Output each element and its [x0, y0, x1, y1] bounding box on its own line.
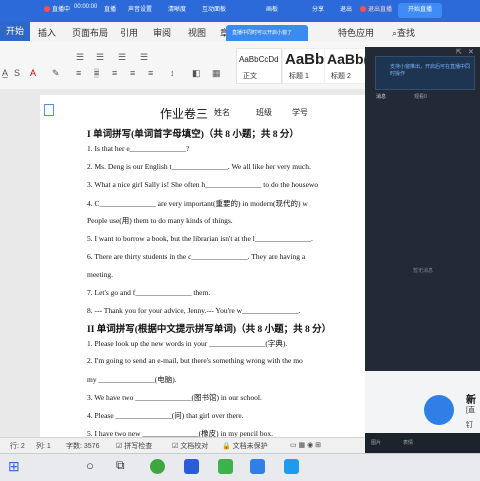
student-id-label: 学号 [292, 108, 308, 117]
tab-viewers[interactable]: 观看0 [414, 93, 427, 100]
small-window-tip[interactable]: 支持小窗推出，开启后可在直播中同时操作 [375, 56, 475, 90]
end-live-button[interactable]: 退出直播 [368, 7, 392, 13]
document-title: 作业卷三 [160, 107, 209, 121]
align-right-icon[interactable]: ≡ [112, 68, 117, 78]
doc-line: 3. What a nice girl Sally is! She often … [87, 180, 319, 189]
font-color-icon[interactable]: A [30, 68, 36, 78]
notification-title: 新 [466, 395, 476, 406]
tab-page-layout[interactable]: 页面布局 [72, 26, 108, 39]
spell-check-button[interactable]: 拼写检查 [124, 443, 152, 450]
interact-panel-button[interactable]: 互动面板 [202, 4, 226, 13]
doc-line: meeting. [87, 270, 114, 279]
justify-icon[interactable]: ≡ [130, 68, 135, 78]
live-status: 直播中 [52, 7, 71, 13]
cortana-icon[interactable]: ○ [86, 458, 94, 473]
doc-line: 8. --- Thank you for your advice, Jenny.… [87, 306, 301, 315]
underline-icon[interactable]: A̲ [2, 68, 8, 78]
page-nav-icon[interactable] [44, 104, 54, 116]
view-mode-icons[interactable]: ▭ ▦ ◉ ⊞ [290, 441, 321, 449]
align-center-icon[interactable]: ≡ [94, 68, 100, 78]
doc-line: 5. I want to borrow a book, but the libr… [87, 234, 313, 243]
notification-line: 钉 [466, 422, 473, 429]
strikethrough-icon[interactable]: S [14, 68, 20, 78]
notification-card[interactable] [365, 371, 480, 441]
bullets-icon[interactable]: ☰ [76, 52, 84, 63]
borders-icon[interactable]: ▦ [212, 68, 221, 79]
align-left-icon[interactable]: ≡ [76, 68, 81, 78]
tab-messages[interactable]: 消息 [376, 93, 386, 100]
wechat-icon[interactable] [218, 459, 233, 474]
live-mode-button[interactable]: 直播 [104, 4, 116, 13]
dingtalk-icon[interactable] [250, 459, 265, 474]
live-timer: 00:00:00 [74, 4, 98, 10]
row-indicator: 行: 2 [10, 443, 25, 450]
name-label: 姓名 [214, 108, 230, 117]
windows-start-icon[interactable]: ⊞ [8, 458, 20, 475]
doc-line: 2. I'm going to send an e-mail, but ther… [87, 356, 303, 365]
taskbar [0, 453, 480, 481]
board-button[interactable]: 画板 [266, 4, 278, 13]
proof-icon: ☑ [172, 443, 181, 450]
style-heading2[interactable]: AaBb( 标题 2 [324, 48, 370, 84]
shading-icon[interactable]: ◧ [192, 68, 201, 79]
class-label: 班级 [256, 108, 272, 117]
protect-icon: 🔒 [222, 443, 233, 450]
close-icon[interactable]: ✕ [468, 48, 474, 56]
numbering-icon[interactable]: ☰ [96, 52, 104, 63]
search-button[interactable]: 查找 [397, 28, 415, 38]
start-live-button[interactable]: 开始直播 [398, 3, 442, 18]
section-heading: I 单词拼写(单词首字母填空)（共 8 小题；共 8 分） [87, 130, 299, 140]
highlight-icon[interactable]: ✎ [52, 68, 60, 79]
doc-line: 7. Let's go and f_______________ them. [87, 288, 211, 297]
doc-line: 1. Please look up the new words in your … [87, 339, 288, 348]
col-indicator: 列: 1 [36, 443, 51, 450]
section-heading: II 单词拼写(根据中文提示拼写单词)（共 8 小题；共 8 分） [87, 325, 332, 335]
sound-settings-button[interactable]: 声音设置 [128, 4, 152, 13]
live-app-icon[interactable] [284, 459, 299, 474]
doc-line: my _______________(电脑). [87, 375, 177, 384]
outdent-icon[interactable]: ☰ [140, 52, 148, 63]
style-normal[interactable]: AaBbCcDd 正文 [236, 48, 282, 84]
recording-icon [44, 6, 50, 13]
tab-view[interactable]: 视图 [188, 26, 206, 39]
doc-line: 4. C_______________ are very important(重… [87, 199, 308, 208]
indent-icon[interactable]: ☰ [118, 52, 126, 63]
tab-review[interactable]: 审阅 [153, 26, 171, 39]
tab-insert[interactable]: 插入 [38, 26, 56, 39]
minimize-icon[interactable]: ⇱ [456, 48, 462, 56]
word-count[interactable]: 字数: 3576 [66, 441, 99, 451]
share-button[interactable]: 分享 [312, 4, 324, 13]
empty-messages: 暂无消息 [413, 268, 434, 274]
browser-icon[interactable] [150, 459, 165, 474]
panel-bottom-bar: 图片 表情 [365, 433, 480, 453]
doc-line: 6. There are thirty students in the c___… [87, 252, 306, 261]
wps-writer-icon[interactable] [184, 459, 199, 474]
tab-special-apps[interactable]: 特色应用 [338, 26, 374, 39]
emoji-button[interactable]: 表情 [403, 439, 413, 446]
tab-start[interactable]: 开始 [0, 22, 30, 41]
exit-button[interactable]: 退出 [340, 4, 352, 13]
doc-line: 2. Ms. Deng is our English t____________… [87, 162, 311, 171]
task-view-icon[interactable]: ⧉ [116, 458, 125, 473]
doc-line: 3. We have two _______________(图书馆) in o… [87, 393, 262, 402]
proof-button[interactable]: 文档校对 [180, 443, 208, 450]
distributed-icon[interactable]: ≡ [148, 68, 153, 78]
protect-status[interactable]: 文档未保护 [233, 443, 268, 450]
tab-references[interactable]: 引用 [120, 26, 138, 39]
status-bar: 行: 2 列: 1 字数: 3576 ☑ 拼写检查 ☑ 文档校对 🔒 文档未保护… [0, 437, 365, 454]
line-spacing-icon[interactable]: ↕ [170, 68, 175, 78]
dingtalk-logo-icon [424, 395, 454, 425]
style-heading1[interactable]: AaBb 标题 1 [282, 48, 328, 84]
small-window-tip-text: 支持小窗推出，开启后可在直播中同时操作 [390, 64, 471, 77]
live-stream-bar: 直播中 00:00:00 直播 声音设置 清晰度 互动面板 画板 分享 退出 退… [0, 0, 480, 22]
doc-line: 1. Is that her e_______________? [87, 144, 190, 153]
quality-button[interactable]: 清晰度 [168, 4, 186, 13]
live-tip-text: 直播中同时可以开启小窗了 [232, 30, 293, 36]
doc-line: People use(用) them to do many kinds of t… [87, 216, 233, 225]
end-live-icon [360, 6, 366, 13]
image-button[interactable]: 图片 [371, 439, 381, 446]
spell-check-icon: ☑ [116, 443, 125, 450]
notification-line: [直 [466, 407, 475, 414]
doc-line: 4. Please _______________(问) that girl o… [87, 411, 244, 420]
